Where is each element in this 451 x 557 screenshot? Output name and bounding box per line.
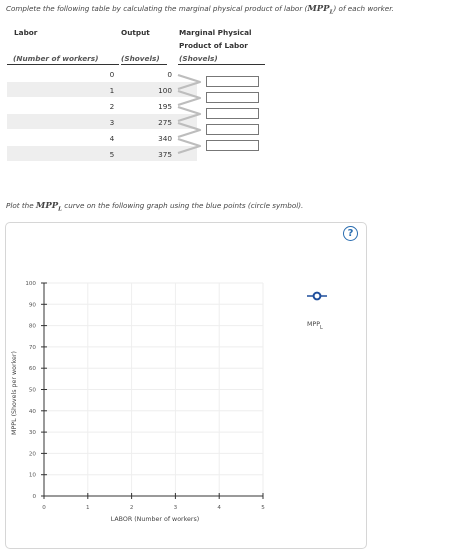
y-tick-label: 60 [29, 366, 37, 372]
y-tick-label: 90 [29, 302, 37, 308]
x-axis-title: LABOR (Number of workers) [111, 516, 200, 523]
x-tick-label: 3 [174, 505, 178, 511]
tick-labels: 0 10 20 30 40 50 60 70 80 90 100 0 1 2 3 4 5 [25, 281, 265, 511]
x-tick-label: 2 [130, 505, 134, 511]
y-tick-label: 50 [29, 388, 37, 394]
y-tick-label: 10 [29, 473, 37, 479]
x-tick-label: 5 [261, 505, 265, 511]
x-tick-label: 0 [42, 505, 46, 511]
y-tick-label: 70 [29, 345, 37, 351]
y-tick-label: 20 [29, 451, 37, 457]
mpp-chart[interactable]: 0 10 20 30 40 50 60 70 80 90 100 0 1 2 3 4 5 LABOR (Numb… [0, 0, 451, 557]
y-tick-label: 100 [25, 281, 36, 287]
y-tick-label: 80 [29, 324, 37, 330]
y-tick-label: 30 [29, 430, 37, 436]
legend-mpp-tool[interactable]: MPPL [307, 291, 327, 331]
y-axis-title: MPPL (Shovels per worker) [11, 351, 18, 435]
legend-label: MPPL [307, 321, 323, 331]
grid [44, 282, 264, 496]
x-tick-label: 4 [217, 505, 221, 511]
x-tick-label: 1 [86, 505, 90, 511]
y-tick-label: 40 [29, 409, 37, 415]
axes [41, 282, 264, 499]
circle-marker-icon[interactable] [312, 291, 322, 301]
y-tick-label: 0 [32, 494, 36, 500]
